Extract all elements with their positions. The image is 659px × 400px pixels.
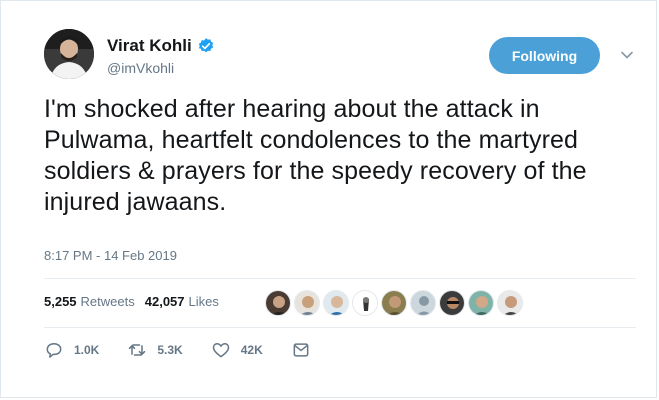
direct-message-button[interactable] [291,340,311,360]
reply-button[interactable]: 1.0K [44,340,99,360]
reply-count: 1.0K [74,343,100,357]
liker-avatar[interactable] [352,290,378,316]
following-button[interactable]: Following [489,37,600,74]
author-handle[interactable]: @imVkohli [107,60,174,76]
tweet-actions: 1.0K 5.3K 42K [44,340,339,360]
liker-avatar[interactable] [410,290,436,316]
liker-avatars [265,290,523,316]
retweet-icon [129,344,146,356]
divider [44,327,636,328]
retweet-button[interactable]: 5.3K [127,340,183,360]
engagement-stats: 5,255 Retweets 42,057 Likes [44,294,219,309]
liker-avatar[interactable] [468,290,494,316]
liker-avatar[interactable] [294,290,320,316]
author-name[interactable]: Virat Kohli [107,36,192,56]
likes-count: 42,057 [144,294,185,309]
retweets-label: Retweets [80,294,135,309]
divider [44,278,636,279]
liker-avatar[interactable] [439,290,465,316]
reply-icon [46,343,62,358]
verified-badge-icon [198,38,213,53]
tweet-timestamp[interactable]: 8:17 PM - 14 Feb 2019 [44,248,177,263]
retweets-stat[interactable]: 5,255 Retweets [44,294,135,309]
liker-avatar[interactable] [497,290,523,316]
likes-label: Likes [188,294,219,309]
direct-message-icon [293,343,309,357]
chevron-down-icon[interactable] [620,48,634,62]
liker-avatar[interactable] [381,290,407,316]
avatar[interactable] [44,29,94,79]
retweets-count: 5,255 [44,294,77,309]
tweet-text: I'm shocked after hearing about the atta… [44,95,587,216]
like-icon [212,343,229,358]
like-count: 42K [240,343,263,357]
likes-stat[interactable]: 42,057 Likes [145,294,219,309]
author-name-row[interactable]: Virat Kohli [107,36,215,56]
retweet-count: 5.3K [157,343,183,357]
liker-avatar[interactable] [265,290,291,316]
like-button[interactable]: 42K [211,340,263,360]
liker-avatar[interactable] [323,290,349,316]
